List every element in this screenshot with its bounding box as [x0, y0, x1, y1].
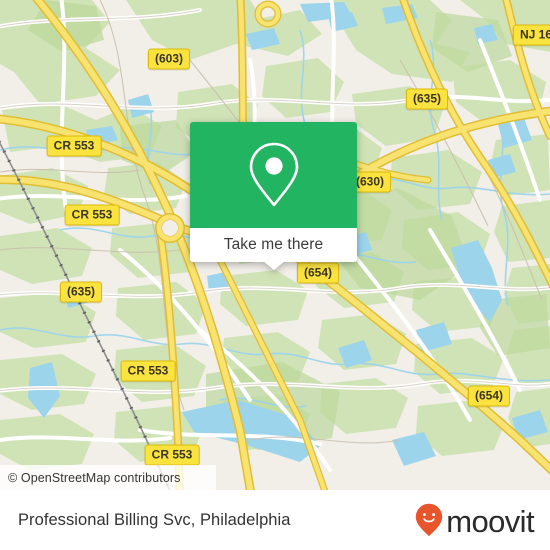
- road-shield: (654): [296, 262, 340, 284]
- road-shield: NJ 16: [512, 24, 550, 46]
- road-shield: (603): [147, 48, 191, 70]
- road-shield: (635): [405, 88, 449, 110]
- moovit-wordmark: moovit: [446, 503, 534, 539]
- moovit-smiley-pin-icon: [416, 503, 443, 537]
- callout-image-panel: [190, 122, 357, 228]
- map-callout-card[interactable]: Take me there: [190, 122, 357, 270]
- road-shield: (654): [467, 385, 511, 407]
- road-shield: CR 553: [64, 204, 120, 226]
- moovit-logo[interactable]: moovit: [415, 503, 535, 539]
- footer-bar: Professional Billing Svc, Philadelphia m…: [0, 490, 550, 550]
- road-shield: (635): [59, 281, 103, 303]
- callout-pointer: [262, 261, 285, 270]
- road-shield: CR 553: [144, 444, 200, 466]
- osm-attribution[interactable]: © OpenStreetMap contributors: [0, 465, 216, 490]
- place-title: Professional Billing Svc, Philadelphia: [18, 510, 291, 529]
- map-screenshot: (603) (635) NJ 16 CR 553 CR 553 (630) (635) (65…: [0, 0, 550, 550]
- map-pin-icon: [249, 142, 298, 207]
- road-shield: CR 553: [120, 360, 176, 382]
- take-me-there-label: Take me there: [223, 236, 324, 253]
- callout-action-panel[interactable]: Take me there: [190, 228, 357, 270]
- road-shield: CR 553: [46, 135, 102, 157]
